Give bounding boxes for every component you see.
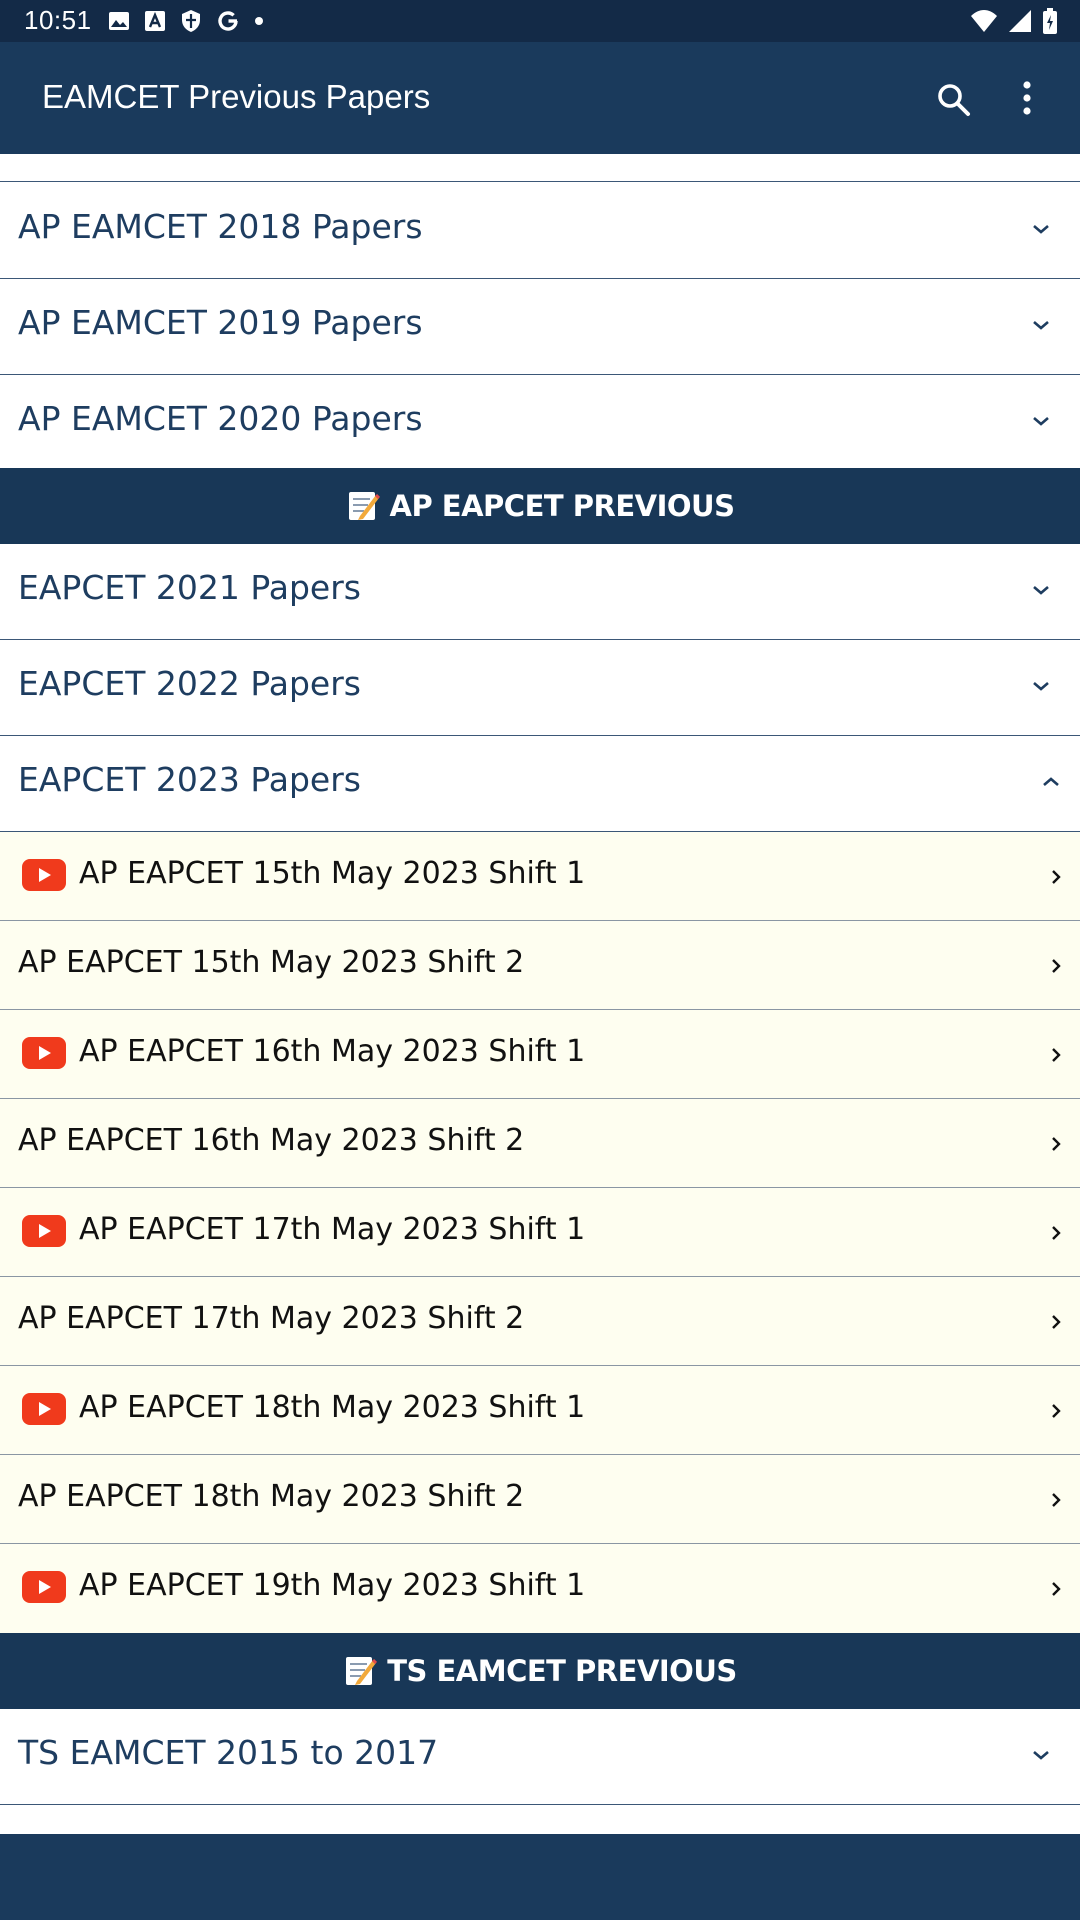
chevron-right-icon <box>1052 1493 1061 1507</box>
paper-item-16may-shift1[interactable]: AP EAPCET 16th May 2023 Shift 1 <box>0 1010 1080 1099</box>
accordion-ap-eamcet-2018[interactable]: AP EAMCET 2018 Papers <box>0 183 1080 279</box>
paper-label: AP EAPCET 18th May 2023 Shift 2 <box>18 1479 525 1514</box>
paper-label: AP EAPCET 17th May 2023 Shift 1 <box>79 1212 586 1247</box>
chevron-right-icon <box>1052 1315 1061 1329</box>
font-a-icon <box>145 11 165 31</box>
app-bar: EAMCET Previous Papers <box>0 42 1080 154</box>
accordion-ap-eamcet-2020[interactable]: AP EAMCET 2020 Papers <box>0 375 1080 471</box>
youtube-play-icon <box>22 1215 66 1247</box>
accordion-eapcet-2021[interactable]: EAPCET 2021 Papers <box>0 544 1080 640</box>
papers-list[interactable]: AP EAMCET 2018 Papers AP EAMCET 2019 Pap… <box>0 154 1080 1834</box>
chevron-down-icon <box>1033 321 1049 330</box>
youtube-play-icon <box>22 859 66 891</box>
more-vert-icon[interactable] <box>1010 78 1044 118</box>
chevron-right-icon <box>1052 959 1061 973</box>
youtube-play-icon <box>22 1393 66 1425</box>
section-title: AP EAPCET PREVIOUS <box>389 489 736 523</box>
accordion-label: TS EAMCET 2015 to 2017 <box>18 1733 439 1772</box>
paper-item-18may-shift2[interactable]: AP EAPCET 18th May 2023 Shift 2 <box>0 1455 1080 1544</box>
accordion-label: EAPCET 2022 Papers <box>18 664 361 703</box>
section-title: TS EAMCET PREVIOUS <box>387 1654 737 1688</box>
image-icon <box>109 12 129 30</box>
bottom-banner-area <box>0 1834 1080 1920</box>
search-icon[interactable] <box>934 80 974 120</box>
paper-label: AP EAPCET 17th May 2023 Shift 2 <box>18 1301 525 1336</box>
chevron-down-icon <box>1033 586 1049 595</box>
list-item-partial[interactable] <box>0 154 1080 182</box>
paper-label: AP EAPCET 15th May 2023 Shift 2 <box>18 945 525 980</box>
app-title: EAMCET Previous Papers <box>42 78 431 115</box>
wifi-icon <box>971 10 997 32</box>
shield-icon <box>182 10 200 32</box>
paper-item-17may-shift1[interactable]: AP EAPCET 17th May 2023 Shift 1 <box>0 1188 1080 1277</box>
accordion-eapcet-2023[interactable]: EAPCET 2023 Papers <box>0 736 1080 832</box>
accordion-ap-eamcet-2019[interactable]: AP EAMCET 2019 Papers <box>0 279 1080 375</box>
chevron-right-icon <box>1052 1582 1061 1596</box>
paper-item-16may-shift2[interactable]: AP EAPCET 16th May 2023 Shift 2 <box>0 1099 1080 1188</box>
accordion-label: AP EAMCET 2018 Papers <box>18 207 423 246</box>
battery-icon <box>1043 8 1057 34</box>
accordion-eapcet-2022[interactable]: EAPCET 2022 Papers <box>0 640 1080 736</box>
paper-label: AP EAPCET 19th May 2023 Shift 1 <box>79 1568 586 1603</box>
signal-icon <box>1009 10 1031 32</box>
dot-icon <box>255 17 263 25</box>
accordion-label: EAPCET 2023 Papers <box>18 760 361 799</box>
chevron-up-icon <box>1043 777 1059 786</box>
chevron-down-icon <box>1033 1751 1049 1760</box>
status-bar: 10:51 <box>0 0 1080 42</box>
section-header-ap-eapcet: AP EAPCET PREVIOUS <box>0 468 1080 544</box>
youtube-play-icon <box>22 1037 66 1069</box>
chevron-right-icon <box>1052 1226 1061 1240</box>
google-g-icon <box>218 11 238 31</box>
chevron-right-icon <box>1052 1137 1061 1151</box>
status-notification-icons <box>108 8 264 34</box>
status-system-icons <box>970 8 1058 34</box>
paper-item-17may-shift2[interactable]: AP EAPCET 17th May 2023 Shift 2 <box>0 1277 1080 1366</box>
accordion-label: AP EAMCET 2019 Papers <box>18 303 423 342</box>
memo-emoji-icon <box>346 1657 378 1685</box>
paper-item-18may-shift1[interactable]: AP EAPCET 18th May 2023 Shift 1 <box>0 1366 1080 1455</box>
accordion-ts-eamcet-2015-2017[interactable]: TS EAMCET 2015 to 2017 <box>0 1709 1080 1805</box>
section-header-ts-eamcet: TS EAMCET PREVIOUS <box>0 1633 1080 1709</box>
chevron-right-icon <box>1052 870 1061 884</box>
chevron-right-icon <box>1052 1404 1061 1418</box>
paper-label: AP EAPCET 16th May 2023 Shift 1 <box>79 1034 586 1069</box>
accordion-label: EAPCET 2021 Papers <box>18 568 361 607</box>
paper-label: AP EAPCET 16th May 2023 Shift 2 <box>18 1123 525 1158</box>
paper-item-15may-shift2[interactable]: AP EAPCET 15th May 2023 Shift 2 <box>0 921 1080 1010</box>
paper-item-19may-shift1[interactable]: AP EAPCET 19th May 2023 Shift 1 <box>0 1544 1080 1633</box>
memo-emoji-icon <box>348 492 380 520</box>
paper-label: AP EAPCET 15th May 2023 Shift 1 <box>79 856 586 891</box>
chevron-down-icon <box>1033 225 1049 234</box>
accordion-label: AP EAMCET 2020 Papers <box>18 399 423 438</box>
chevron-right-icon <box>1052 1048 1061 1062</box>
chevron-down-icon <box>1033 682 1049 691</box>
status-time: 10:51 <box>24 5 92 35</box>
paper-item-15may-shift1[interactable]: AP EAPCET 15th May 2023 Shift 1 <box>0 832 1080 921</box>
youtube-play-icon <box>22 1571 66 1603</box>
paper-label: AP EAPCET 18th May 2023 Shift 1 <box>79 1390 586 1425</box>
chevron-down-icon <box>1033 417 1049 426</box>
